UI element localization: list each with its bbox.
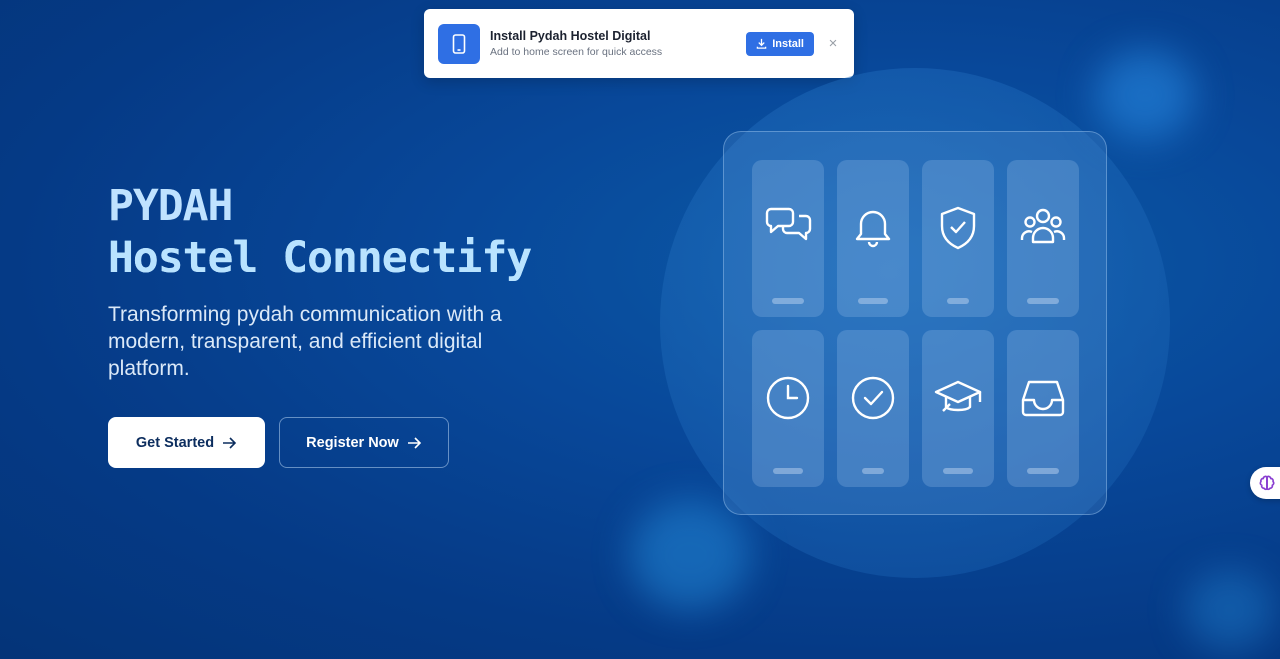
assistant-launcher-button[interactable]	[1250, 467, 1280, 499]
install-button-label: Install	[772, 37, 804, 50]
inbox-icon	[1021, 380, 1065, 417]
graduation-cap-icon	[934, 380, 982, 412]
feature-tile	[752, 330, 824, 487]
feature-tile	[752, 160, 824, 317]
install-prompt-title: Install Pydah Hostel Digital	[490, 29, 651, 43]
install-prompt: Install Pydah Hostel Digital Add to home…	[424, 9, 854, 78]
feature-tile	[1007, 330, 1079, 487]
feature-tile	[837, 160, 909, 317]
feature-tile	[922, 160, 994, 317]
users-icon	[1020, 208, 1066, 244]
clock-icon	[766, 376, 810, 420]
hero-section: PYDAH Hostel Connectify Transforming pyd…	[108, 180, 578, 382]
check-circle-icon	[851, 376, 895, 420]
background-glow	[630, 500, 750, 610]
hero-actions: Get Started Register Now	[108, 417, 449, 468]
feature-grid-panel	[723, 131, 1107, 515]
hero-title-brand: PYDAH	[108, 181, 233, 231]
get-started-label: Get Started	[135, 434, 215, 451]
register-now-button[interactable]: Register Now	[279, 417, 449, 468]
shield-check-icon	[940, 206, 976, 250]
feature-tile	[1007, 160, 1079, 317]
background-glow	[1185, 570, 1275, 650]
feature-tile	[922, 330, 994, 487]
register-now-label: Register Now	[306, 434, 399, 451]
hero-subtitle: Transforming pydah communication with a …	[108, 303, 502, 380]
chat-icon	[765, 207, 812, 241]
feature-tile	[837, 330, 909, 487]
bell-icon	[855, 210, 891, 248]
smartphone-icon	[438, 23, 480, 64]
arrow-right-icon	[223, 436, 237, 449]
close-icon[interactable]: ×	[826, 35, 840, 52]
brain-icon	[1259, 475, 1275, 491]
get-started-button[interactable]: Get Started	[108, 417, 265, 468]
install-button[interactable]: Install	[746, 31, 814, 56]
install-prompt-subtitle: Add to home screen for quick access	[490, 46, 663, 58]
arrow-right-icon	[407, 436, 421, 449]
download-icon	[756, 38, 767, 49]
background-glow	[1095, 50, 1195, 140]
hero-title-product: Hostel Connectify	[108, 232, 578, 284]
